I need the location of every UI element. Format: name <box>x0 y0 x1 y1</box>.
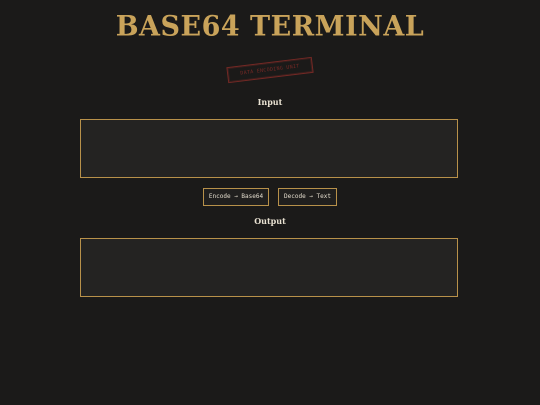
decode-button[interactable]: Decode → Text <box>278 188 337 206</box>
encode-button[interactable]: Encode → Base64 <box>203 188 269 206</box>
input-label: Input <box>257 97 283 107</box>
input-panel <box>80 119 458 178</box>
output-label: Output <box>254 216 286 226</box>
data-encoding-stamp: DATA ENCODING UNIT <box>226 56 314 84</box>
input-textarea[interactable] <box>81 120 457 177</box>
page-title: BASE64 TERMINAL <box>115 10 425 43</box>
output-textarea[interactable] <box>81 239 457 296</box>
output-panel <box>80 238 458 297</box>
